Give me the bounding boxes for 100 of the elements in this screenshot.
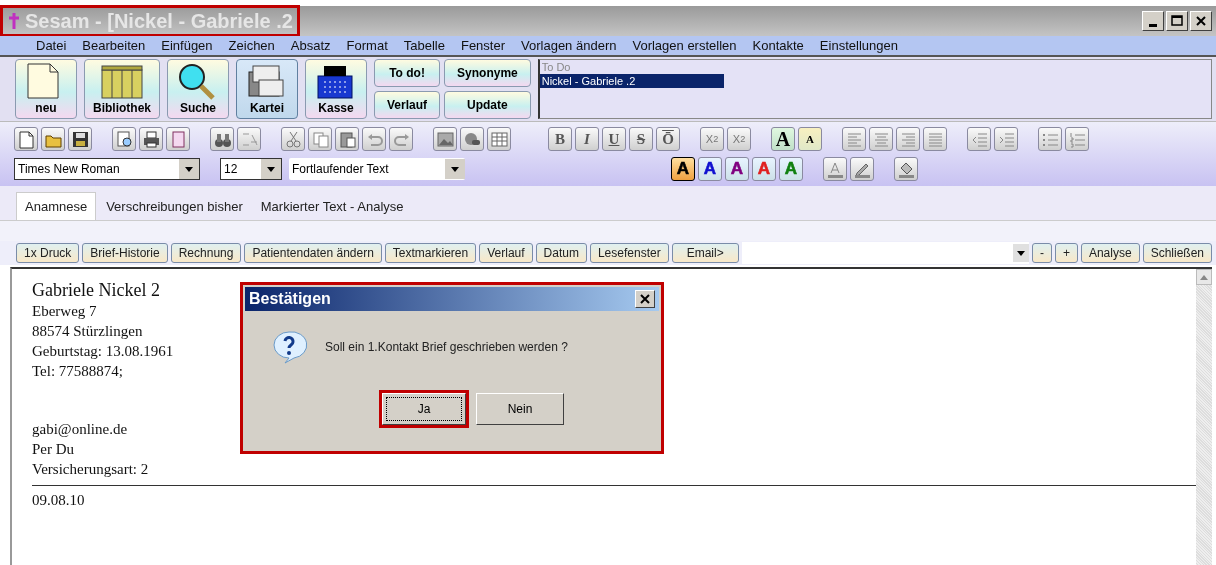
- magnifier-page-icon: [114, 129, 134, 149]
- minimize-icon: [1149, 23, 1157, 27]
- undo-button[interactable]: [362, 127, 386, 151]
- align-right-button[interactable]: [896, 127, 920, 151]
- toolbar-button[interactable]: Kartei: [236, 59, 298, 119]
- picture-button[interactable]: [433, 127, 457, 151]
- menu-item[interactable]: Einfügen: [161, 38, 213, 53]
- action-button[interactable]: Datum: [535, 243, 587, 263]
- list-header: To Do: [540, 60, 572, 74]
- toolbar-button[interactable]: neu: [15, 59, 77, 119]
- action-button[interactable]: Lesefenster: [589, 243, 669, 263]
- indent-button[interactable]: [994, 127, 1018, 151]
- menu-item[interactable]: Einstellungen: [819, 38, 898, 53]
- question-icon: [271, 329, 307, 365]
- copy-icon: [310, 129, 330, 149]
- format-button[interactable]: U: [602, 127, 626, 151]
- justify-button[interactable]: [923, 127, 947, 151]
- action-button[interactable]: Analyse: [1080, 243, 1140, 263]
- text-color-button[interactable]: A: [725, 157, 749, 181]
- tab[interactable]: Anamnese: [16, 192, 97, 220]
- action-button[interactable]: +: [1054, 243, 1078, 263]
- document-line: Versicherungsart: 2: [32, 460, 149, 479]
- menu-item[interactable]: Zeichen: [228, 38, 275, 53]
- action-button[interactable]: Rechnung: [170, 243, 242, 263]
- action-button[interactable]: Patientendaten ändern: [244, 243, 382, 263]
- align-center-button[interactable]: [869, 127, 893, 151]
- font-size-dropdown[interactable]: 12: [220, 158, 282, 180]
- printer-button[interactable]: [139, 127, 163, 151]
- format-button[interactable]: B: [548, 127, 572, 151]
- menu-item[interactable]: Datei: [36, 38, 67, 53]
- maximize-icon: [1170, 14, 1184, 28]
- align-left-button[interactable]: [842, 127, 866, 151]
- action-button[interactable]: Schließen: [1142, 243, 1212, 263]
- table-button[interactable]: [487, 127, 511, 151]
- dialog-button[interactable]: Nein: [476, 393, 564, 425]
- menu-item[interactable]: Tabelle: [403, 38, 445, 53]
- picture-icon: [435, 129, 455, 149]
- scissors-icon: [283, 129, 303, 149]
- grow-font-button[interactable]: A: [771, 127, 795, 151]
- action-button[interactable]: Email>: [671, 243, 739, 263]
- menu-item[interactable]: Bearbeiten: [82, 38, 146, 53]
- document-heading: Gabriele Nickel 2: [32, 279, 160, 301]
- action-button[interactable]: Brief-Historie: [82, 243, 168, 263]
- redo-button[interactable]: [389, 127, 413, 151]
- binoculars-button[interactable]: [210, 127, 234, 151]
- copy-button[interactable]: [308, 127, 332, 151]
- menu-item[interactable]: Kontakte: [752, 38, 804, 53]
- scroll-up-icon[interactable]: [1199, 273, 1209, 281]
- menu-item[interactable]: Fenster: [460, 38, 506, 53]
- list-item[interactable]: Nickel - Gabriele .2: [539, 74, 724, 88]
- maximize-button[interactable]: [1166, 11, 1188, 31]
- combo-field[interactable]: [741, 242, 1029, 264]
- format-button[interactable]: Ō: [656, 127, 680, 151]
- paint-bucket-button[interactable]: [894, 157, 918, 181]
- close-icon: [639, 293, 651, 305]
- toolbar-button[interactable]: Verlauf: [374, 91, 441, 119]
- menu-item[interactable]: Vorlagen erstellen: [632, 38, 737, 53]
- numbered-list-button[interactable]: [1065, 127, 1089, 151]
- text-color-button[interactable]: A: [671, 157, 695, 181]
- text-color-button[interactable]: A: [752, 157, 776, 181]
- paragraph-style-dropdown[interactable]: Fortlaufender Text: [289, 158, 465, 180]
- scrollbar[interactable]: [1196, 269, 1212, 565]
- tab[interactable]: Verschreibungen bisher: [98, 193, 251, 220]
- minimize-button[interactable]: [1142, 11, 1164, 31]
- menu-item[interactable]: Format: [346, 38, 388, 53]
- pen-button[interactable]: [850, 157, 874, 181]
- clipboard-button[interactable]: [335, 127, 359, 151]
- format-button[interactable]: S: [629, 127, 653, 151]
- action-button[interactable]: Verlauf: [479, 243, 533, 263]
- toolbar-button[interactable]: Update: [444, 91, 531, 119]
- document-line: Eberweg 7: [32, 302, 97, 321]
- replace-button[interactable]: [237, 127, 261, 151]
- document-button[interactable]: [14, 127, 38, 151]
- underline-color-button[interactable]: [823, 157, 847, 181]
- bullet-list-button[interactable]: [1038, 127, 1062, 151]
- action-button[interactable]: -: [1031, 243, 1052, 263]
- menu-item[interactable]: Vorlagen ändern: [521, 38, 617, 53]
- close-button[interactable]: [1190, 11, 1212, 31]
- magnifier-page-button[interactable]: [112, 127, 136, 151]
- menu-item[interactable]: Absatz: [290, 38, 331, 53]
- text-color-button[interactable]: A: [698, 157, 722, 181]
- document-icon: [16, 129, 36, 149]
- action-button[interactable]: Textmarkieren: [384, 243, 477, 263]
- shrink-font-button[interactable]: A: [798, 127, 822, 151]
- close-button[interactable]: [635, 290, 655, 308]
- format-button[interactable]: I: [575, 127, 599, 151]
- toolbar-button[interactable]: Synonyme: [444, 59, 531, 87]
- toolbar-button[interactable]: Suche: [167, 59, 229, 119]
- dialog-title: Bestätigen: [249, 290, 331, 308]
- text-color-button[interactable]: A: [779, 157, 803, 181]
- tab[interactable]: Markierter Text - Analyse: [252, 193, 412, 220]
- floppy-disk-button[interactable]: [68, 127, 92, 151]
- action-button[interactable]: 1x Druck: [16, 243, 80, 263]
- toolbar-button[interactable]: Kasse: [305, 59, 367, 119]
- outdent-button[interactable]: [967, 127, 991, 151]
- toolbar-button[interactable]: Bibliothek: [84, 59, 160, 119]
- toolbar-button[interactable]: To do!: [374, 59, 441, 87]
- font-name-dropdown[interactable]: Times New Roman: [14, 158, 200, 180]
- dialog-button[interactable]: Ja: [382, 393, 466, 425]
- scissors-button[interactable]: [281, 127, 305, 151]
